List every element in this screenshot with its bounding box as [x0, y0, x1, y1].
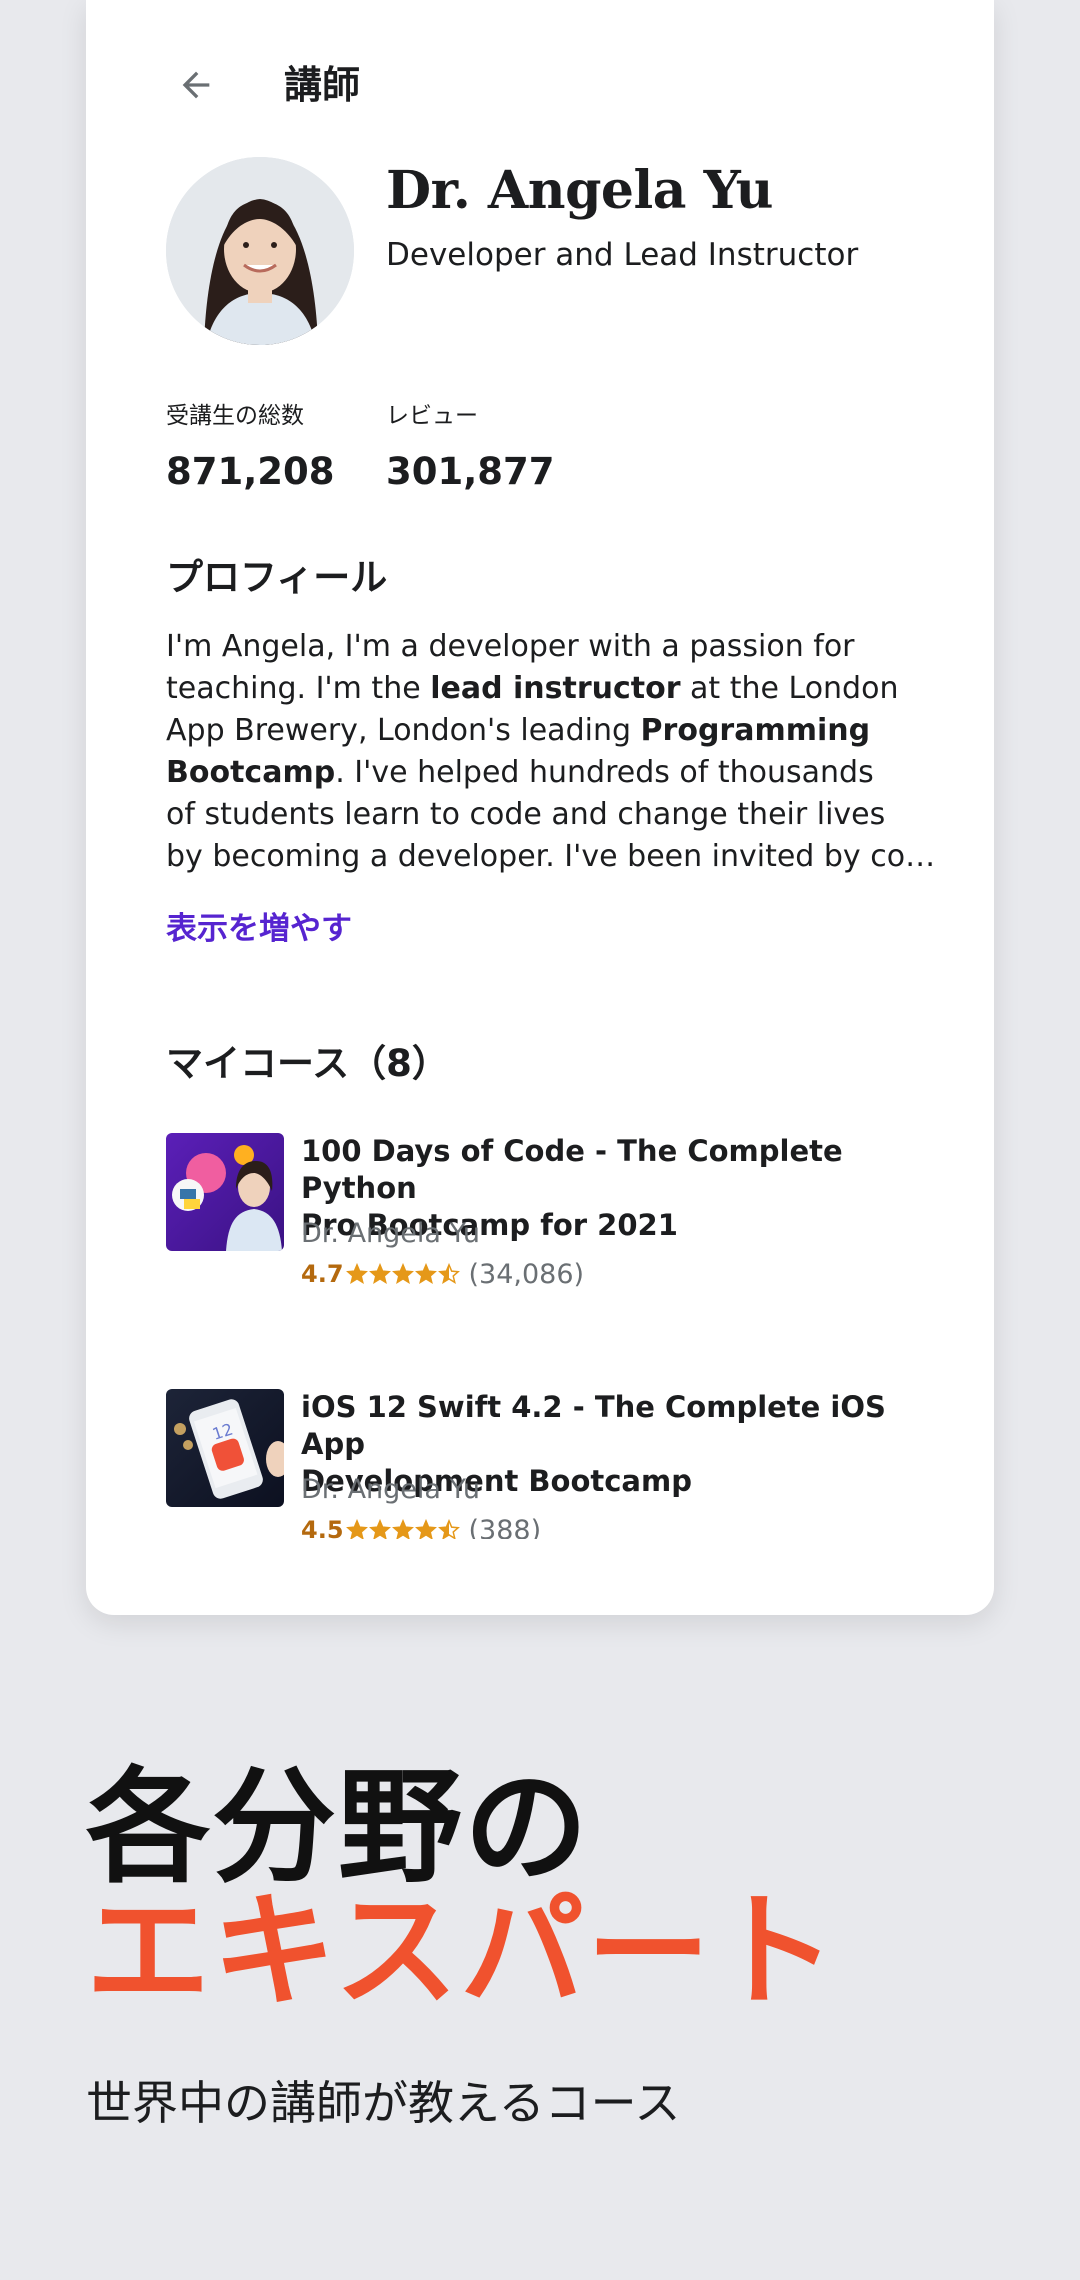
- star-full-icon: [391, 1263, 414, 1284]
- course-thumbnail: 12: [166, 1389, 284, 1507]
- my-courses-title: マイコース（8）: [166, 1042, 449, 1085]
- profile-title: プロフィール: [166, 556, 388, 599]
- promo-headline-line1: 各分野の: [86, 1756, 591, 1900]
- stat-reviews-label: レビュー: [386, 403, 478, 429]
- bio-line: I'm Angela, I'm a developer with a passi…: [166, 626, 936, 668]
- star-full-icon: [414, 1263, 437, 1284]
- course-title-line1: iOS 12 Swift 4.2 - The Complete iOS App: [301, 1390, 886, 1461]
- page-title: 講師: [284, 63, 361, 107]
- bio-text: teaching. I'm the: [166, 671, 431, 706]
- rating-count: (388): [468, 1514, 542, 1540]
- stat-reviews-value: 301,877: [386, 450, 555, 493]
- rating-count: (34,086): [468, 1258, 585, 1290]
- course-thumbnail: [166, 1133, 284, 1251]
- course-author: Dr. Angela Yu: [301, 1218, 481, 1249]
- star-half-icon: [437, 1519, 460, 1539]
- star-full-icon: [368, 1263, 391, 1284]
- rating-value: 4.7: [301, 1260, 344, 1288]
- bio-bold-text: Programming: [640, 713, 871, 748]
- bio-text: App Brewery, London's leading: [166, 713, 641, 748]
- star-full-icon: [368, 1519, 391, 1539]
- avatar: [166, 157, 354, 345]
- avatar-portrait: [166, 157, 354, 345]
- bio-text: at the London: [680, 671, 899, 706]
- course-title-line1: 100 Days of Code - The Complete Python: [301, 1134, 843, 1205]
- bio-text: I'm Angela, I'm a developer with a passi…: [166, 629, 855, 664]
- star-full-icon: [345, 1519, 368, 1539]
- arrow-left-icon: [182, 71, 210, 99]
- bio-line: of students learn to code and change the…: [166, 794, 936, 836]
- bio-text: . I've helped hundreds of thousands: [335, 755, 874, 790]
- star-half-icon: [437, 1263, 460, 1284]
- promo-subtitle: 世界中の講師が教えるコース: [86, 2076, 681, 2130]
- instructor-card: 講師 Dr. Angela Yu Developer and Lead Inst…: [86, 0, 994, 1615]
- stat-students-value: 871,208: [166, 450, 335, 493]
- instructor-tagline: Developer and Lead Instructor: [386, 237, 859, 273]
- show-more-link[interactable]: 表示を増やす: [166, 906, 352, 952]
- stat-students-label: 受講生の総数: [166, 403, 304, 429]
- rating-value: 4.5: [301, 1516, 344, 1539]
- instructor-name: Dr. Angela Yu: [386, 160, 773, 221]
- promo-headline-line2: エキスパート: [86, 1880, 839, 2024]
- bio-line: by becoming a developer. I've been invit…: [166, 836, 936, 878]
- course-item[interactable]: 12 iOS 12 Swift 4.2 - The Complete iOS A…: [166, 1389, 926, 1539]
- course-rating: 4.7 (34,086): [301, 1255, 584, 1293]
- bio-bold-text: lead instructor: [430, 671, 681, 706]
- profile-bio: I'm Angela, I'm a developer with a passi…: [166, 626, 936, 878]
- star-full-icon: [414, 1519, 437, 1539]
- back-button[interactable]: [166, 55, 226, 115]
- star-rating: [345, 1519, 461, 1539]
- course-item[interactable]: 100 Days of Code - The Complete Python P…: [166, 1133, 926, 1303]
- star-full-icon: [391, 1519, 414, 1539]
- bio-line: Bootcamp. I've helped hundreds of thousa…: [166, 752, 936, 794]
- star-rating: [345, 1263, 461, 1285]
- bio-text: of students learn to code and change the…: [166, 797, 886, 832]
- bio-bold-text: Bootcamp: [166, 755, 336, 790]
- header: 講師: [86, 0, 994, 170]
- course-author: Dr. Angela Yu: [301, 1474, 481, 1505]
- star-full-icon: [345, 1263, 368, 1284]
- bio-line: App Brewery, London's leading Programmin…: [166, 710, 936, 752]
- course-rating: 4.5 (388): [301, 1511, 541, 1539]
- bio-line: teaching. I'm the lead instructor at the…: [166, 668, 936, 710]
- bio-text: by becoming a developer. I've been invit…: [166, 839, 936, 874]
